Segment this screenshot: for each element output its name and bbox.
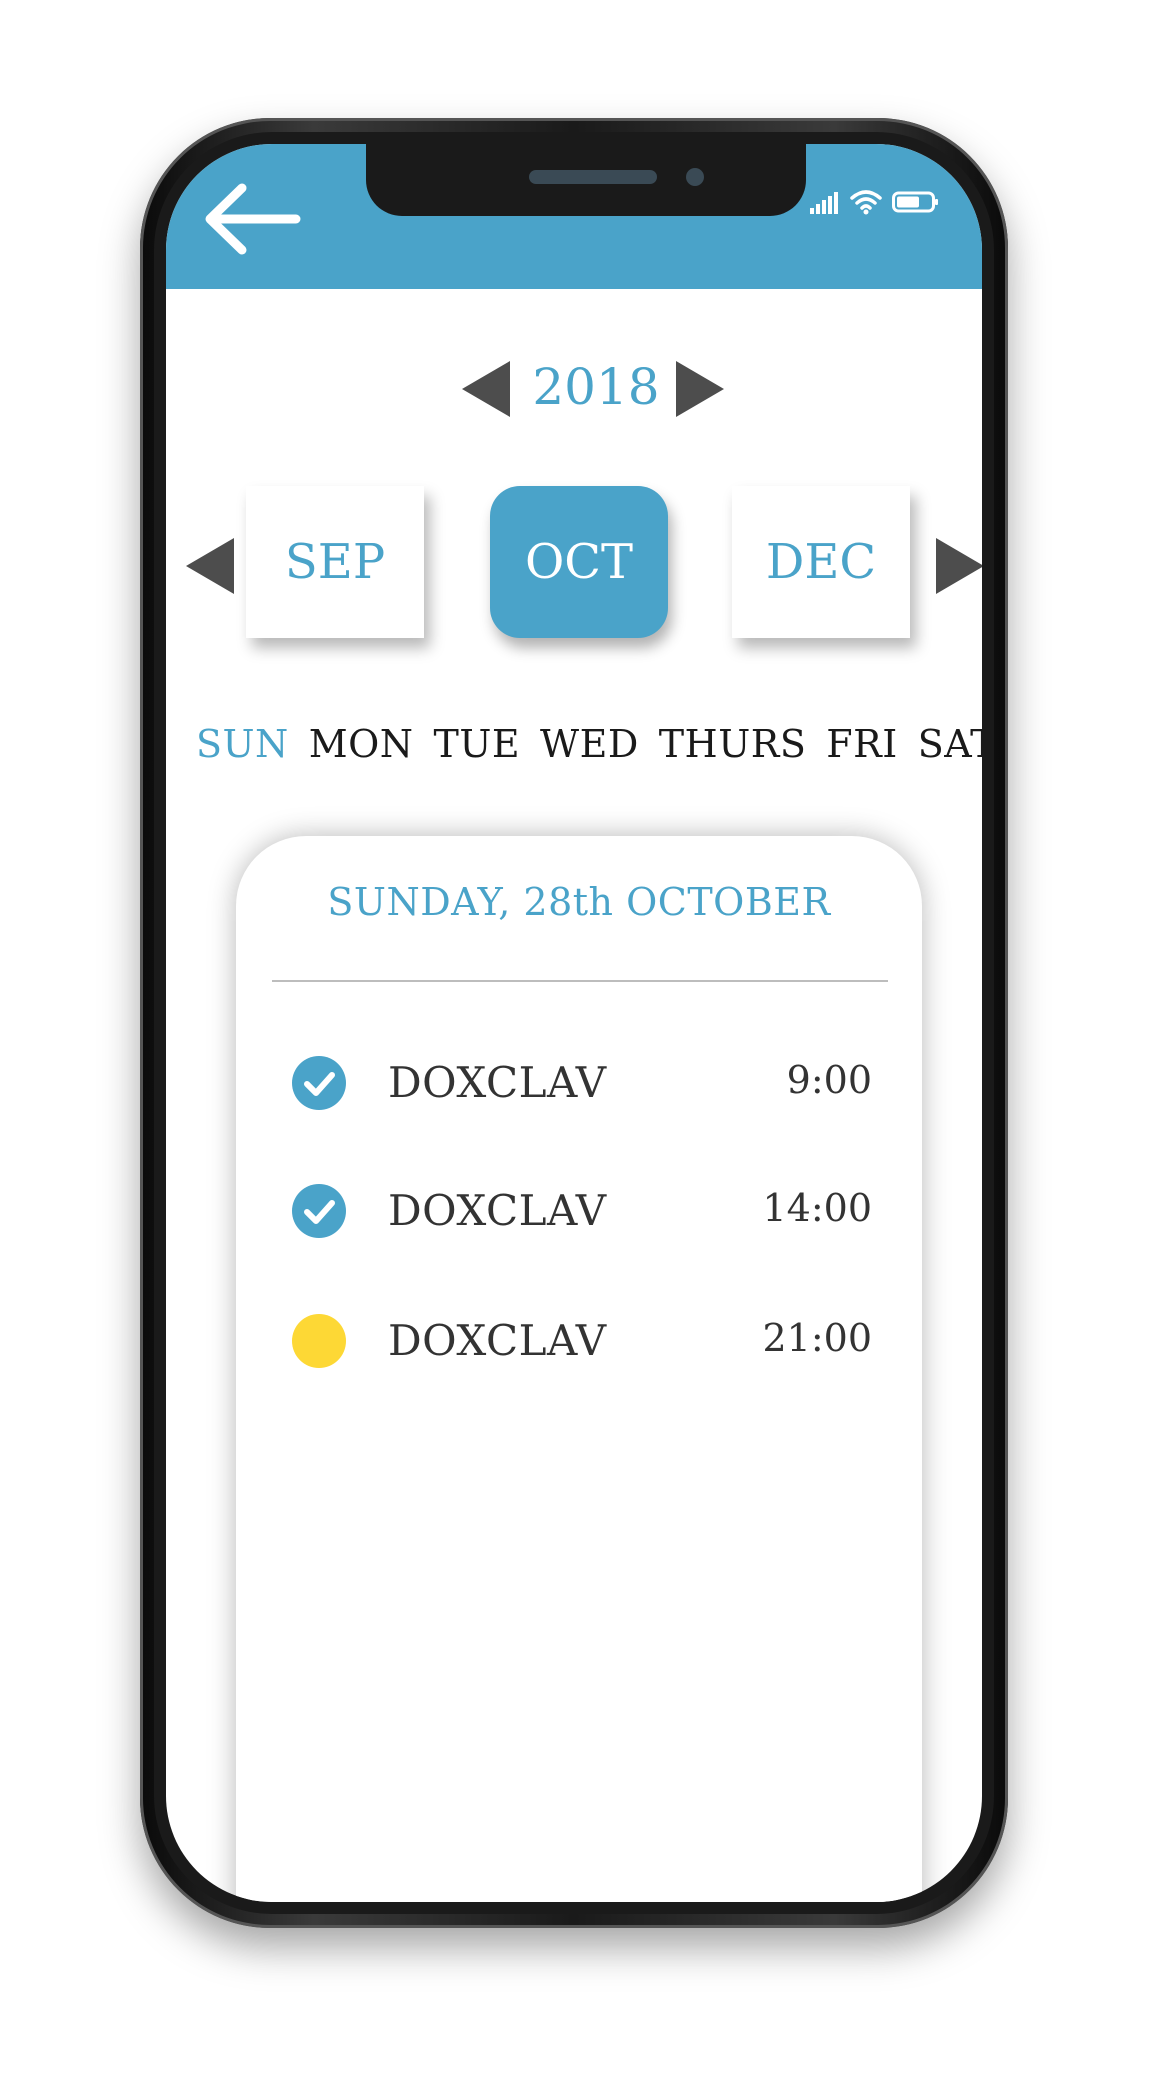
medication-row[interactable]: DOXCLAV 9:00 [292,1050,872,1120]
speaker-grille [529,170,657,184]
status-bar-icons [810,184,940,224]
front-camera [686,168,704,186]
phone-bezel: 2018 SEP OCT DEC SUN MON TUE WED THURS F… [154,132,994,1914]
next-month-icon[interactable] [936,538,982,594]
medication-name: DOXCLAV [388,1058,607,1107]
medication-row[interactable]: DOXCLAV 21:00 [292,1308,872,1378]
battery-icon [892,190,940,218]
month-card-prev[interactable]: SEP [246,486,424,638]
month-card-next[interactable]: DEC [732,486,910,638]
month-card-current[interactable]: OCT [490,486,668,638]
wifi-icon [850,189,882,219]
pending-dot-icon[interactable] [292,1314,346,1368]
check-circle-icon[interactable] [292,1056,346,1110]
medication-time: 21:00 [762,1316,872,1360]
check-circle-icon[interactable] [292,1184,346,1238]
back-arrow-icon[interactable] [196,174,306,264]
medication-time: 14:00 [762,1186,872,1230]
day-schedule-card: SUNDAY, 28th OCTOBER DOXCLAV 9:00 DOXCLA… [236,836,922,1902]
signal-icon [810,190,840,218]
weekday-wed[interactable]: WED [540,722,639,766]
weekday-sat[interactable]: SAT [918,722,982,766]
phone-frame: 2018 SEP OCT DEC SUN MON TUE WED THURS F… [140,118,1008,1928]
divider [272,980,888,982]
weekday-tue[interactable]: TUE [433,722,520,766]
day-title: SUNDAY, 28th OCTOBER [327,880,831,924]
phone-notch [366,144,806,216]
medication-row[interactable]: DOXCLAV 14:00 [292,1178,872,1248]
year-selector: 2018 [166,344,982,434]
medication-name: DOXCLAV [388,1316,607,1365]
weekday-sun[interactable]: SUN [196,722,289,766]
prev-month-icon[interactable] [186,538,234,594]
next-year-icon[interactable] [676,361,724,417]
month-selector: SEP OCT DEC [166,486,982,646]
prev-year-icon[interactable] [462,361,510,417]
app-header [166,144,982,289]
weekday-mon[interactable]: MON [309,722,414,766]
app-screen: 2018 SEP OCT DEC SUN MON TUE WED THURS F… [166,144,982,1902]
weekday-thurs[interactable]: THURS [659,722,807,766]
medication-name: DOXCLAV [388,1186,607,1235]
weekday-fri[interactable]: FRI [826,722,898,766]
medication-time: 9:00 [786,1058,872,1102]
year-label: 2018 [532,358,660,416]
weekday-selector: SUN MON TUE WED THURS FRI SAT [196,714,982,774]
